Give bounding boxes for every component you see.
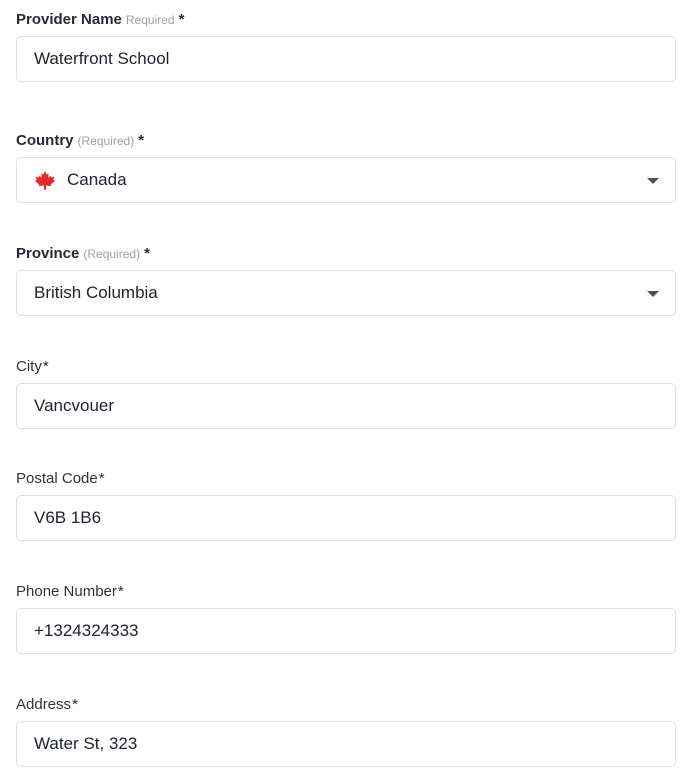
required-note: Required bbox=[125, 13, 175, 27]
chevron-down-icon[interactable] bbox=[647, 291, 659, 297]
province-label: Province (Required) * bbox=[16, 244, 676, 264]
required-star: * bbox=[117, 583, 124, 600]
country-label-text: Country bbox=[16, 132, 74, 149]
city-label: City* bbox=[16, 357, 676, 377]
required-star: * bbox=[178, 11, 185, 28]
address-label-text: Address bbox=[16, 696, 72, 713]
city-field: City* bbox=[16, 357, 676, 429]
canada-flag-icon bbox=[35, 171, 55, 190]
postal-code-label-text: Postal Code bbox=[16, 470, 98, 487]
phone-number-input-box[interactable] bbox=[16, 608, 676, 654]
provider-name-label: Provider Name Required * bbox=[16, 10, 676, 30]
country-value: Canada bbox=[67, 170, 127, 189]
province-value: British Columbia bbox=[34, 283, 158, 302]
address-label: Address* bbox=[16, 695, 676, 715]
phone-number-field: Phone Number* bbox=[16, 582, 676, 654]
country-select[interactable]: Canada bbox=[16, 157, 676, 203]
province-select[interactable]: British Columbia bbox=[16, 270, 676, 316]
city-input-box[interactable] bbox=[16, 383, 676, 429]
required-star: * bbox=[42, 358, 49, 375]
required-star: * bbox=[138, 132, 145, 149]
province-field: Province (Required) * British Columbia bbox=[16, 244, 676, 316]
city-input[interactable] bbox=[34, 396, 634, 416]
city-label-text: City bbox=[16, 358, 42, 375]
provider-name-field: Provider Name Required * bbox=[16, 10, 676, 82]
phone-number-label: Phone Number* bbox=[16, 582, 676, 602]
required-note: (Required) bbox=[83, 247, 141, 261]
province-label-text: Province bbox=[16, 245, 80, 262]
required-star: * bbox=[144, 245, 150, 262]
postal-code-input-box[interactable] bbox=[16, 495, 676, 541]
provider-form: Provider NameRequired* Country(Required)… bbox=[0, 0, 688, 780]
provider-name-label-text: Provider Name bbox=[16, 11, 122, 28]
country-field: Country (Required) * Canada bbox=[16, 131, 676, 203]
phone-number-input[interactable] bbox=[34, 621, 634, 641]
required-star: * bbox=[72, 696, 78, 713]
postal-code-label: Postal Code* bbox=[16, 469, 676, 489]
chevron-down-icon[interactable] bbox=[647, 178, 659, 184]
required-star: * bbox=[98, 470, 105, 487]
phone-number-label-text: Phone Number bbox=[16, 583, 117, 600]
address-input[interactable] bbox=[34, 734, 634, 754]
address-field: Address* bbox=[16, 695, 676, 767]
postal-code-field: Postal Code* bbox=[16, 469, 676, 541]
provider-name-input-box[interactable] bbox=[16, 36, 676, 82]
address-input-box[interactable] bbox=[16, 721, 676, 767]
country-label: Country (Required) * bbox=[16, 131, 676, 151]
postal-code-input[interactable] bbox=[34, 508, 634, 528]
required-note: (Required) bbox=[77, 134, 135, 148]
provider-name-input[interactable] bbox=[34, 49, 634, 69]
